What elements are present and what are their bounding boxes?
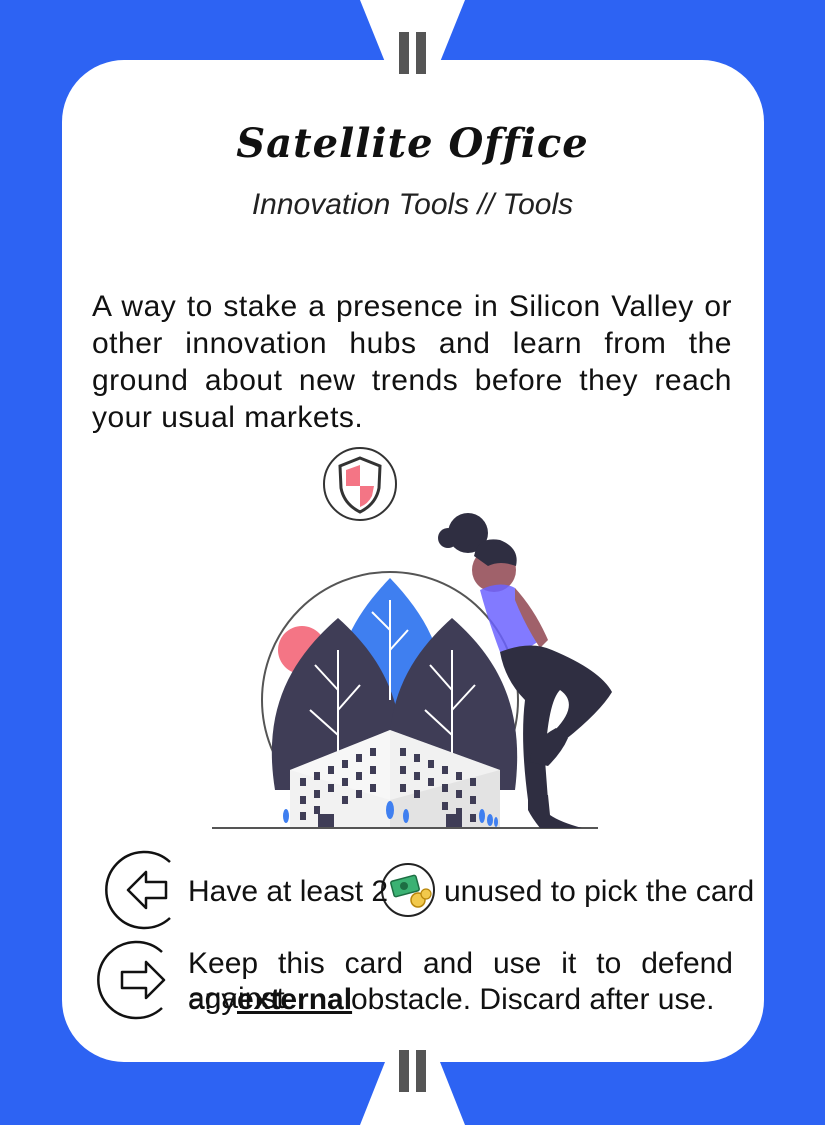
use-arrow-icon (97, 940, 166, 1020)
money-icon (381, 863, 435, 917)
use-rule-any: any (188, 983, 237, 1016)
pick-arrow-icon (105, 850, 171, 930)
use-rule-after: obstacle. Discard after use. (351, 983, 715, 1016)
use-rule-emphasis: external (237, 983, 353, 1016)
pick-rule-after: unused to pick the card (444, 875, 755, 908)
pick-rule-before: Have at least 2 (188, 875, 389, 908)
use-rule-second-line: . any (188, 982, 236, 1017)
